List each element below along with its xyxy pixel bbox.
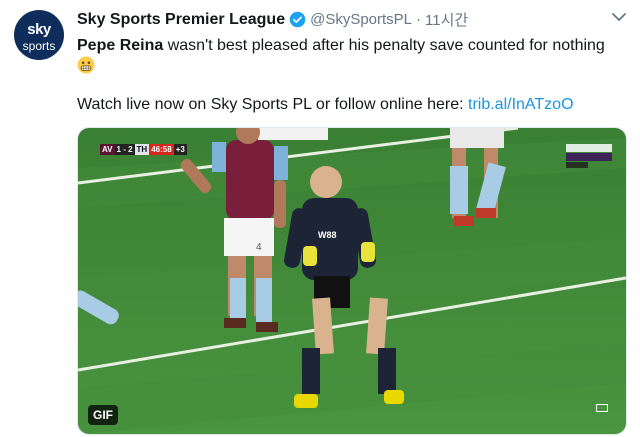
scorebug-home: AV [100, 144, 115, 155]
tweet-text: Pepe Reina wasn't best pleased after his… [77, 35, 617, 77]
tweet-subject: Pepe Reina [77, 37, 164, 54]
separator-dot: · [416, 11, 422, 28]
sky-sports-pl-logo-icon [566, 144, 612, 168]
scorebug-away: TH [134, 144, 150, 155]
scorebug: AV 1 - 2 TH 46:58 +3 [100, 144, 187, 155]
scorebug-score: 1 - 2 [114, 144, 135, 155]
verified-badge-icon [289, 11, 306, 28]
sponsor-text: W88 [318, 230, 337, 240]
scorebug-clock: 46:58 [149, 144, 174, 155]
expand-icon[interactable] [596, 404, 608, 412]
gif-media[interactable]: 4 W88 AV 1 - 2 TH 46:58 +3 GIF [77, 127, 627, 435]
tweet-cta: Watch live now on Sky Sports PL or follo… [77, 96, 574, 114]
account-name[interactable]: Sky Sports Premier League [77, 11, 285, 29]
tweet-body: wasn't best pleased after his penalty sa… [163, 37, 605, 54]
avatar-sports-text: sports [22, 39, 56, 53]
account-handle[interactable]: @SkySportsPL [310, 11, 412, 28]
scorebug-added-time: +3 [173, 144, 187, 155]
football-scene: 4 W88 [78, 128, 626, 434]
gif-badge: GIF [88, 405, 118, 425]
tweet-timestamp[interactable]: 11시간 [425, 9, 468, 30]
tweet-link[interactable]: trib.al/InATzoO [468, 96, 574, 113]
player-number: 4 [256, 242, 262, 253]
avatar-sky-text: sky [27, 21, 51, 38]
avatar[interactable]: sky sports [14, 10, 64, 60]
tweet-header: Sky Sports Premier League @SkySportsPL ·… [77, 9, 468, 30]
grimacing-face-icon [77, 56, 95, 74]
cta-text: Watch live now on Sky Sports PL or follo… [77, 96, 468, 113]
chevron-down-icon[interactable] [612, 12, 626, 22]
